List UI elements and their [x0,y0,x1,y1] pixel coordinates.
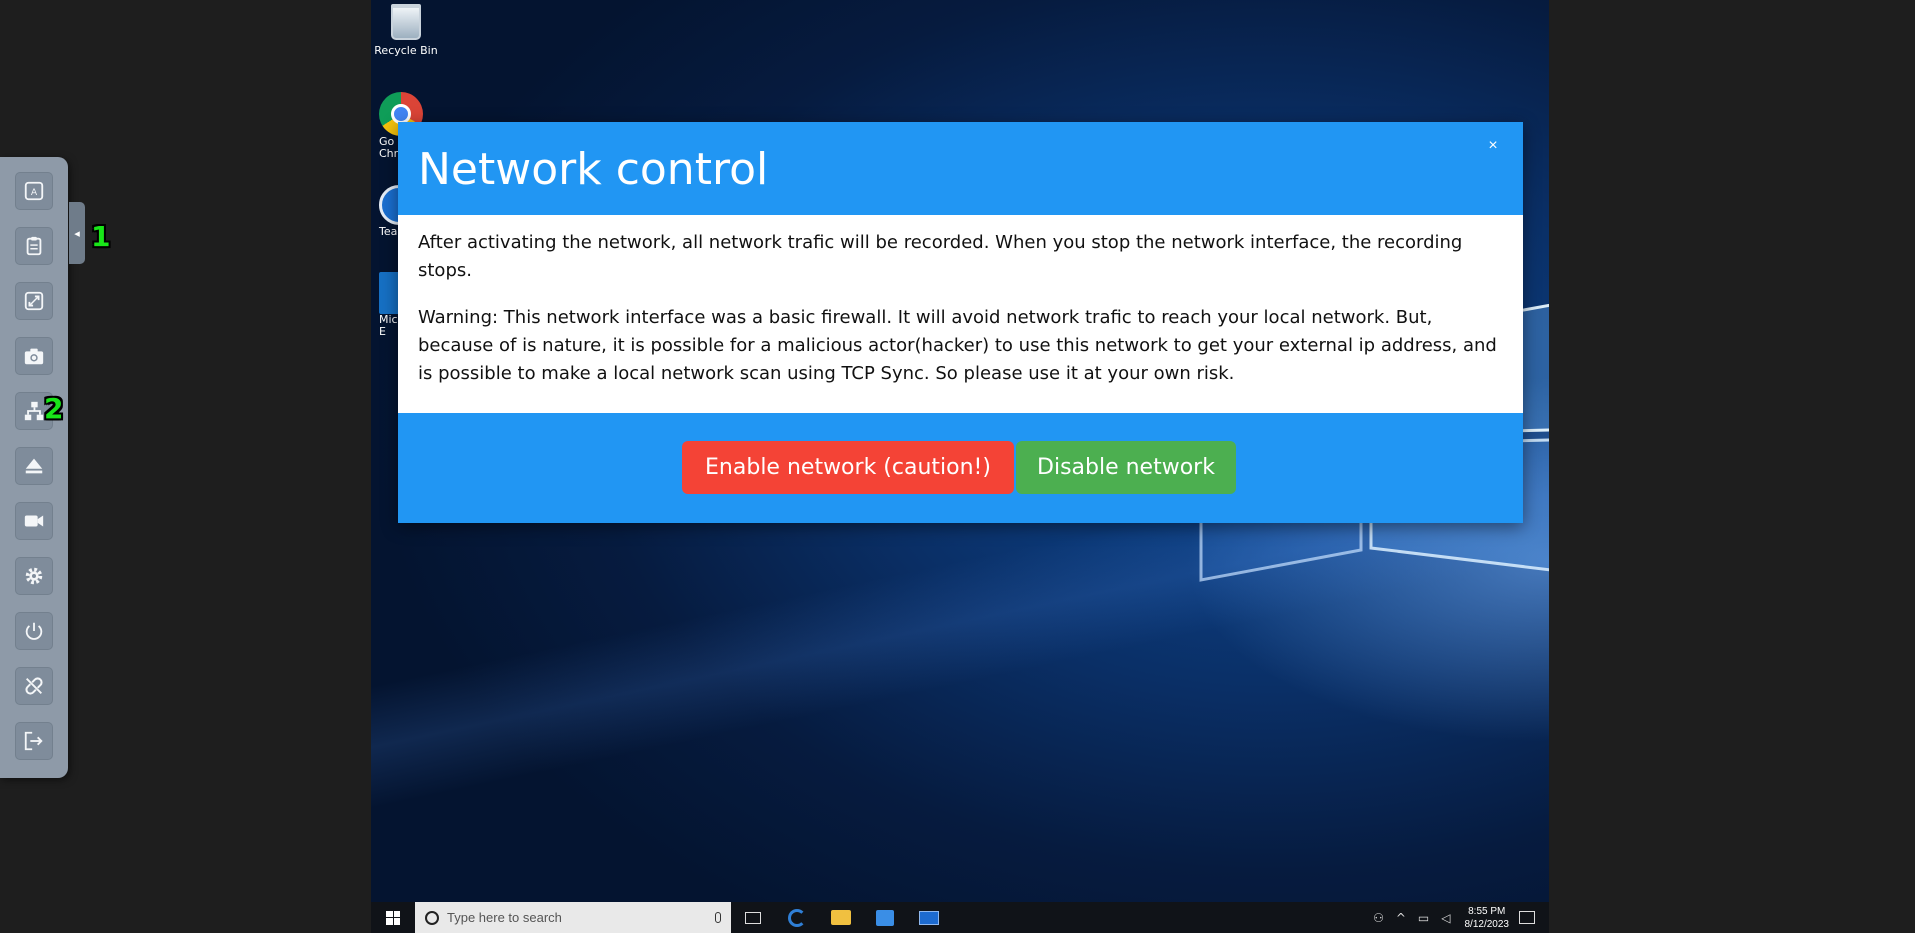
desktop-icon-label: Recycle Bin [374,44,438,57]
network-control-dialog: Network control × After activating the n… [398,122,1523,523]
microphone-icon[interactable] [715,912,721,923]
task-view-icon [745,911,761,924]
logout-icon [24,731,43,751]
edge-icon [788,908,806,927]
remote-session-toolbar: A [0,157,68,778]
camera-icon [24,348,44,365]
taskbar-edge-button[interactable] [775,902,819,933]
taskbar-mail-button[interactable] [907,902,951,933]
folder-icon [831,910,851,925]
notification-center-icon[interactable] [1519,911,1535,924]
dialog-body: After activating the network, all networ… [398,215,1523,413]
mail-icon [919,910,939,925]
search-placeholder: Type here to search [447,910,562,925]
gear-icon [25,567,43,585]
people-icon[interactable]: ⚇ [1373,911,1384,925]
clock-date: 8/12/2023 [1464,918,1510,930]
taskbar-store-button[interactable] [863,902,907,933]
eject-icon [25,458,43,474]
enable-network-button[interactable]: Enable network (caution!) [682,441,1014,494]
network-status-icon[interactable]: ▭ [1418,911,1429,925]
store-icon [876,909,894,926]
network-icon [24,401,44,421]
unlink-icon [25,677,43,695]
windows-logo-icon [386,910,400,925]
start-button[interactable] [371,902,415,933]
eject-button[interactable] [15,447,53,485]
screenshot-button[interactable] [15,337,53,375]
chevron-up-icon[interactable]: ^ [1396,911,1406,925]
dialog-title: Network control [418,144,769,195]
power-icon [25,622,43,640]
keyboard-button[interactable]: A [15,172,53,210]
desktop-icon-recycle-bin[interactable]: Recycle Bin [371,4,441,57]
annotation-marker-1: 1 [91,220,111,253]
close-button[interactable]: × [1483,136,1503,156]
annotation-marker-2: 2 [44,392,64,425]
dialog-header: Network control × [398,122,1523,215]
volume-muted-icon[interactable]: ◁ [1441,911,1450,925]
dialog-footer: Enable network (caution!) Disable networ… [398,413,1523,523]
logout-button[interactable] [15,722,53,760]
dialog-info-text: After activating the network, all networ… [418,232,1463,281]
cortana-circle-icon [425,910,439,925]
taskbar-search-box[interactable]: Type here to search [415,902,731,933]
taskbar-file-explorer-button[interactable] [819,902,863,933]
system-tray: ⚇ ^ ▭ ◁ 8:55 PM 8/12/2023 [1367,902,1549,933]
power-button[interactable] [15,612,53,650]
close-icon: × [1488,137,1498,154]
toolbar-collapse-handle[interactable]: ◂ [69,202,85,264]
dialog-warning-text: Warning: This network interface was a ba… [418,307,1497,384]
disconnect-button[interactable] [15,667,53,705]
settings-button[interactable] [15,557,53,595]
task-view-button[interactable] [731,902,775,933]
taskbar-clock[interactable]: 8:55 PM 8/12/2023 [1465,905,1510,931]
fullscreen-button[interactable] [15,282,53,320]
video-icon [24,515,44,527]
recycle-bin-icon [391,4,421,40]
fullscreen-icon [24,291,44,311]
clipboard-icon [26,236,42,256]
record-video-button[interactable] [15,502,53,540]
clock-time: 8:55 PM [1468,905,1506,917]
windows-taskbar: Type here to search ⚇ ^ ▭ ◁ 8:55 PM 8/12… [371,902,1549,933]
keyboard-icon: A [24,181,44,201]
chevron-left-icon: ◂ [74,226,80,240]
clipboard-button[interactable] [15,227,53,265]
svg-text:A: A [31,187,38,198]
disable-network-button[interactable]: Disable network [1016,441,1236,494]
